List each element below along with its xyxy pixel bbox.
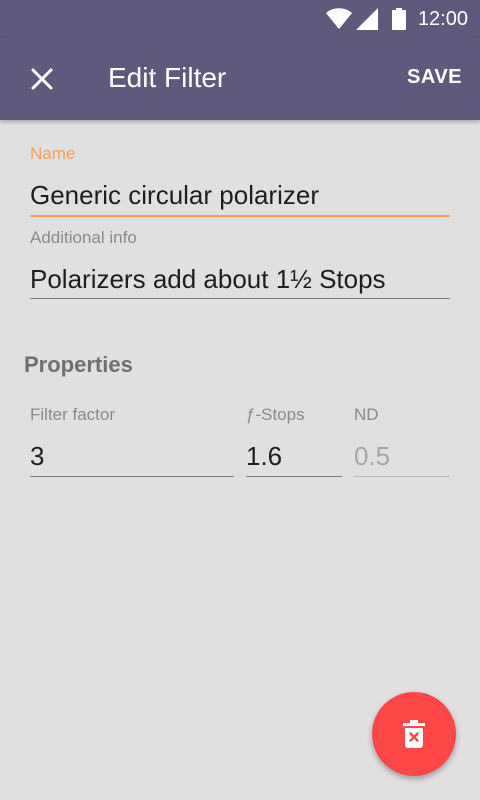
battery-icon <box>391 8 406 30</box>
delete-icon <box>403 720 425 748</box>
status-icons: 12:00 <box>325 6 468 32</box>
additional-info-label: Additional info <box>30 228 137 247</box>
close-button[interactable] <box>22 59 62 99</box>
delete-button[interactable] <box>372 692 456 776</box>
f-stops-field[interactable]: ƒ-Stops 1.6 <box>246 405 342 479</box>
nd-label: ND <box>354 405 379 424</box>
cell-signal-icon <box>355 8 378 30</box>
f-stops-label: ƒ-Stops <box>246 405 305 424</box>
save-button[interactable]: SAVE <box>407 66 462 89</box>
filter-factor-underline <box>30 476 234 477</box>
nd-input[interactable]: 0.5 <box>354 441 390 472</box>
wifi-icon <box>325 8 352 29</box>
name-input[interactable]: Generic circular polarizer <box>30 180 319 211</box>
properties-heading: Properties <box>24 352 133 377</box>
additional-info-field[interactable]: Additional info Polarizers add about 1½ … <box>30 228 450 302</box>
additional-info-underline <box>30 298 450 299</box>
additional-info-input[interactable]: Polarizers add about 1½ Stops <box>30 264 386 295</box>
page-title: Edit Filter <box>108 62 227 93</box>
filter-factor-label: Filter factor <box>30 405 116 424</box>
status-bar: 12:00 <box>0 0 480 38</box>
f-stops-underline <box>246 476 342 477</box>
app-bar: Edit Filter SAVE <box>0 38 480 120</box>
f-stops-input[interactable]: 1.6 <box>246 441 282 472</box>
name-label: Name <box>30 144 76 163</box>
nd-underline <box>354 476 450 477</box>
close-icon <box>31 68 53 90</box>
nd-field[interactable]: ND 0.5 <box>354 405 450 479</box>
name-field[interactable]: Name Generic circular polarizer <box>30 144 450 218</box>
filter-factor-input[interactable]: 3 <box>30 441 44 472</box>
name-underline <box>30 215 450 217</box>
status-time: 12:00 <box>417 7 468 30</box>
filter-factor-field[interactable]: Filter factor 3 <box>30 405 234 479</box>
